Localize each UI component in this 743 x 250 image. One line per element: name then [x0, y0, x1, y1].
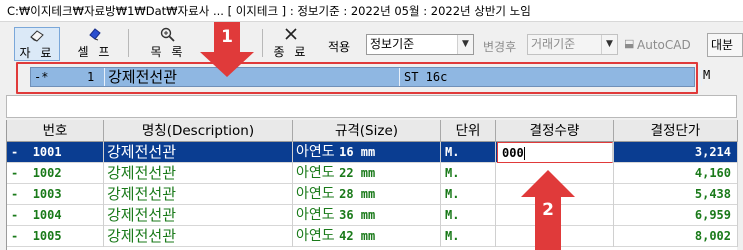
row-unit: M.: [441, 142, 496, 163]
column-header-price[interactable]: 결정단가: [614, 120, 738, 142]
input-strip[interactable]: [6, 95, 737, 118]
row-spec: 아연도 28 mm: [293, 184, 441, 205]
row-spec: 아연도 22 mm: [293, 163, 441, 184]
column-header-qty[interactable]: 결정수량: [496, 120, 614, 142]
data-button[interactable]: 자 료: [14, 27, 60, 61]
apply-label: 적용: [328, 40, 351, 54]
window-title: C:₩이지테크₩자료방₩1₩Dat₩자료사 ... [ 이지테크 ] : 정보기…: [0, 0, 743, 22]
autocad-icon: ⬓: [624, 37, 635, 50]
row-name: 강제전선관: [104, 205, 293, 226]
row-name: 강제전선관: [104, 163, 293, 184]
after-change-label: 변경후: [483, 40, 517, 54]
apply-select[interactable]: 정보기준 ▼: [366, 34, 474, 55]
material-grid: 번호 명칭(Description) 규격(Size) 단위 결정수량 결정단가…: [6, 120, 738, 250]
toolbar-separator: [128, 29, 129, 57]
current-record-unit: M: [703, 68, 711, 82]
chevron-down-icon: ▼: [601, 35, 617, 54]
column-header-spec[interactable]: 규격(Size): [293, 120, 441, 142]
current-record-spec: ST 16c: [404, 70, 448, 84]
close-icon: [268, 27, 314, 43]
self-button[interactable]: 셀 프: [72, 27, 118, 61]
row-spec: 아연도 16 mm: [293, 142, 441, 163]
list-button[interactable]: 목 록: [138, 27, 198, 61]
table-row[interactable]: - 1004 강제전선관 아연도 36 mm M. 6,959: [7, 205, 738, 226]
toolbar-separator: [262, 29, 263, 57]
callout-number-2: 2: [542, 200, 554, 220]
current-record-name: 강제전선관: [108, 68, 178, 86]
callout-number-1: 1: [221, 27, 233, 47]
table-row[interactable]: - 1002 강제전선관 아연도 22 mm M. 4,160: [7, 163, 738, 184]
quantity-edit-input[interactable]: 000: [497, 142, 613, 163]
row-price: 8,002: [614, 226, 738, 247]
exit-button[interactable]: 종 료: [268, 27, 314, 61]
current-record-marker: -*: [34, 70, 49, 84]
row-spec: 아연도 36 mm: [293, 205, 441, 226]
toolbar: 자 료 셀 프 목 록 종 료 적용 정보기준 ▼ 변경후 거래기준 ▼ ⬓ A…: [0, 23, 743, 63]
current-record-highlight: -* 1 강제전선관 ST 16c: [16, 62, 702, 94]
current-record-number: 1: [87, 70, 95, 84]
table-row[interactable]: - 1001 강제전선관 아연도 16 mm M. 3,214 000: [7, 142, 738, 163]
row-price: 4,160: [614, 163, 738, 184]
column-header-name[interactable]: 명칭(Description): [104, 120, 293, 142]
row-unit: M.: [441, 205, 496, 226]
row-name: 강제전선관: [104, 142, 293, 163]
row-unit: M.: [441, 163, 496, 184]
column-header-no[interactable]: 번호: [7, 120, 104, 142]
row-price: 3,214: [614, 142, 738, 163]
row-name: 강제전선관: [104, 226, 293, 247]
row-unit: M.: [441, 184, 496, 205]
row-name: 강제전선관: [104, 184, 293, 205]
table-row[interactable]: - 1003 강제전선관 아연도 28 mm M. 5,438: [7, 184, 738, 205]
autocad-button[interactable]: AutoCAD: [637, 38, 691, 52]
row-price: 5,438: [614, 184, 738, 205]
grid-header: 번호 명칭(Description) 규격(Size) 단위 결정수량 결정단가: [7, 120, 738, 142]
after-change-select[interactable]: 거래기준 ▼: [527, 34, 618, 55]
chevron-down-icon: ▼: [457, 35, 473, 54]
row-price: 6,959: [614, 205, 738, 226]
table-row[interactable]: - 1005 강제전선관 아연도 42 mm M. 8,002: [7, 226, 738, 247]
row-unit: M.: [441, 226, 496, 247]
current-record-bar[interactable]: -* 1 강제전선관 ST 16c: [30, 67, 702, 87]
diamond-icon: [72, 27, 118, 43]
eraser-icon: [15, 28, 59, 44]
row-spec: 아연도 42 mm: [293, 226, 441, 247]
magnifier-icon: [138, 27, 198, 43]
major-category-button[interactable]: 대분: [707, 33, 743, 57]
column-header-unit[interactable]: 단위: [441, 120, 496, 142]
